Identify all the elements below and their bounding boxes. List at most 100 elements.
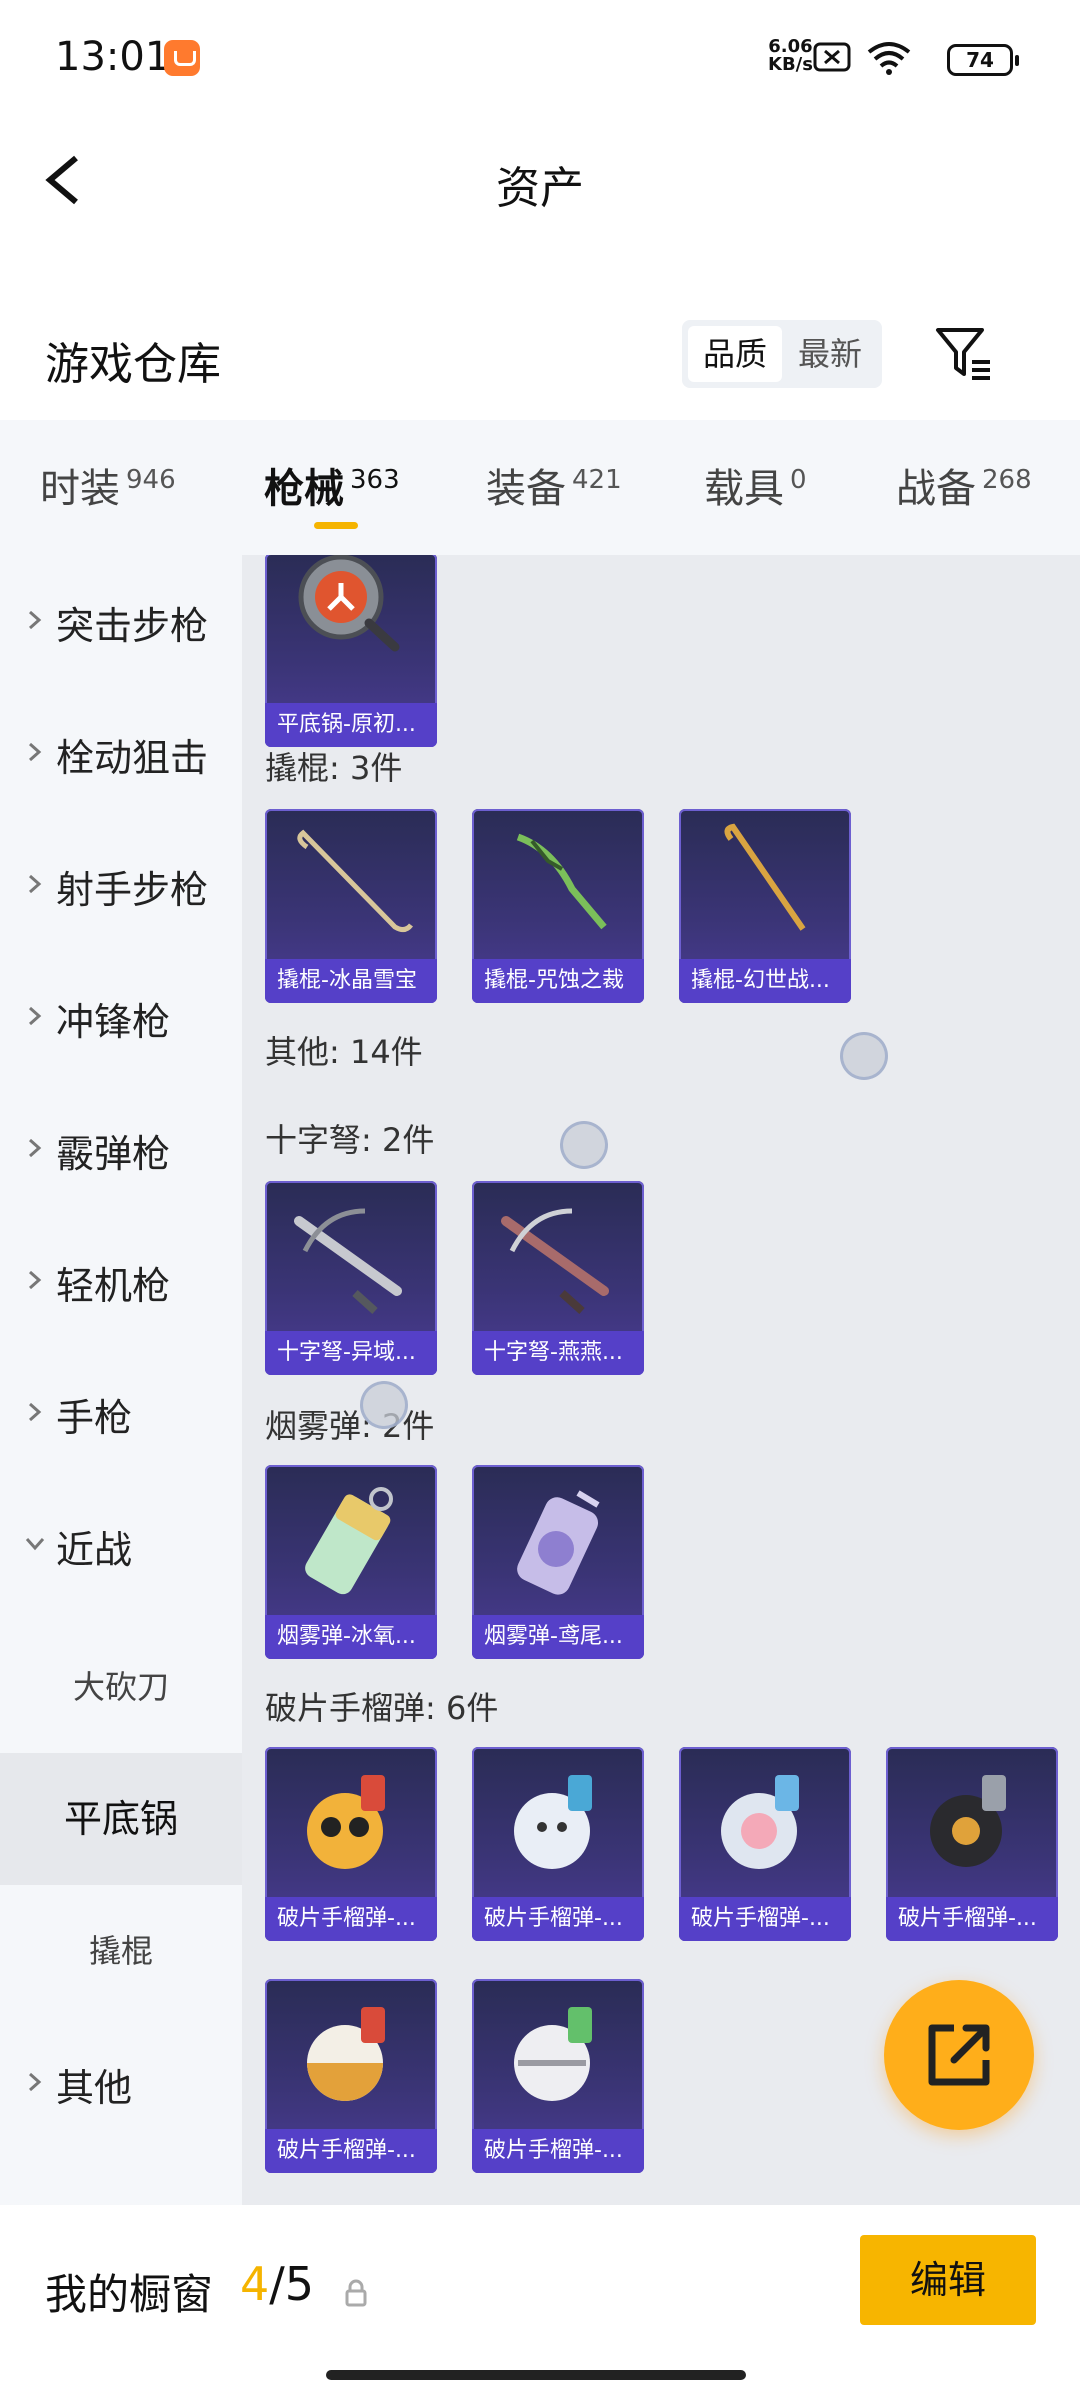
- frag-grenade-art: [514, 1775, 592, 1869]
- sidebar-item-label: 其他: [56, 2066, 133, 2110]
- sidebar-item-other[interactable]: 其他: [0, 2017, 242, 2149]
- sidebar-item-assault-rifle[interactable]: 突击步枪: [0, 555, 242, 687]
- sidebar-item-pistol[interactable]: 手枪: [0, 1347, 242, 1479]
- category-tabs: 时装 946 枪械 363 装备 421 载具 0 战备 268: [0, 420, 1080, 555]
- crowbar-art: [724, 823, 806, 931]
- item-card[interactable]: 撬棍-咒蚀之裁: [472, 809, 644, 1003]
- crowbar-art: [516, 833, 607, 930]
- item-caption: 撬棍-冰晶雪宝: [265, 959, 437, 1003]
- filter-icon[interactable]: [932, 322, 996, 386]
- item-grid: 平底锅-原初... 撬棍: 3件 撬棍-冰晶雪宝 撬棍-咒蚀之裁 撬棍-幻世战.…: [242, 555, 1080, 2205]
- sidebar-item-shotgun[interactable]: 霰弹枪: [0, 1083, 242, 1215]
- group-title-frag-grenade: 破片手榴弹: 6件: [265, 1689, 499, 1727]
- sidebar-item-smg[interactable]: 冲锋枪: [0, 951, 242, 1083]
- item-card[interactable]: 破片手榴弹-...: [886, 1747, 1058, 1941]
- sidebar-subitem-crowbar[interactable]: 撬棍: [0, 1885, 242, 2017]
- warehouse-title: 游戏仓库: [45, 339, 221, 390]
- net-speed-unit: KB/s: [768, 54, 813, 75]
- chevron-right-icon: [29, 1402, 42, 1422]
- group-title-smoke-grenade: 烟雾弹: 2件: [265, 1407, 435, 1445]
- frag-grenade-art: [721, 1775, 799, 1869]
- item-card[interactable]: 十字弩-异域...: [265, 1181, 437, 1375]
- sort-toggle: 品质 最新: [682, 320, 882, 388]
- item-caption: 破片手榴弹-...: [265, 2129, 437, 2173]
- tab-equipment[interactable]: 装备 421: [486, 456, 622, 516]
- sidebar-item-label: 栓动狙击: [56, 736, 209, 780]
- item-card[interactable]: 烟雾弹-冰氧...: [265, 1465, 437, 1659]
- sidebar-item-label: 近战: [56, 1528, 133, 1572]
- tab-supplies[interactable]: 战备 268: [896, 456, 1032, 516]
- tab-count: 946: [126, 465, 176, 495]
- sidebar: 突击步枪 栓动狙击 射手步枪 冲锋枪 霰弹枪 轻机枪 手枪 近战 大砍刀 平底锅…: [0, 555, 242, 2205]
- sidebar-subitem-machete[interactable]: 大砍刀: [0, 1621, 242, 1753]
- sort-quality-button[interactable]: 品质: [688, 326, 782, 382]
- item-card[interactable]: 破片手榴弹-...: [472, 1979, 644, 2173]
- tab-firearms[interactable]: 枪械 363: [264, 456, 400, 516]
- sidebar-item-lmg[interactable]: 轻机枪: [0, 1215, 242, 1347]
- tab-label: 时装: [40, 466, 120, 512]
- showcase-label: 我的橱窗: [45, 2270, 214, 2319]
- sidebar-item-bolt-sniper[interactable]: 栓动狙击: [0, 687, 242, 819]
- frying-pan-art: [298, 555, 400, 652]
- chevron-right-icon: [29, 1138, 42, 1158]
- active-tab-indicator: [314, 522, 358, 529]
- net-speed: 6.06 KB/s: [768, 38, 813, 74]
- app-notification-icon: [164, 40, 200, 76]
- group-title-crossbow: 十字弩: 2件: [265, 1121, 435, 1159]
- item-card[interactable]: 撬棍-冰晶雪宝: [265, 809, 437, 1003]
- item-card[interactable]: 破片手榴弹-...: [265, 1979, 437, 2173]
- item-card[interactable]: 十字弩-燕燕...: [472, 1181, 644, 1375]
- item-card[interactable]: 烟雾弹-鸢尾...: [472, 1465, 644, 1659]
- share-button[interactable]: [884, 1980, 1034, 2130]
- touch-indicator: [840, 1032, 888, 1080]
- item-caption: 十字弩-燕燕...: [472, 1331, 644, 1375]
- status-time: 13:01: [55, 34, 171, 80]
- crowbar-art: [297, 829, 413, 933]
- sidebar-item-label: 轻机枪: [56, 1264, 171, 1308]
- item-card[interactable]: 破片手榴弹-...: [265, 1747, 437, 1941]
- home-indicator[interactable]: [326, 2370, 746, 2380]
- sidebar-item-marksman-rifle[interactable]: 射手步枪: [0, 819, 242, 951]
- showcase-count-current: 4: [240, 2257, 270, 2311]
- item-caption: 破片手榴弹-...: [265, 1897, 437, 1941]
- tab-label: 战备: [896, 466, 976, 512]
- sidebar-subitem-frying-pan[interactable]: 平底锅: [0, 1753, 242, 1885]
- smoke-grenade-art: [517, 1490, 600, 1595]
- tab-count: 268: [982, 465, 1032, 495]
- page-title: 资产: [496, 163, 584, 214]
- chevron-down-icon: [25, 1538, 45, 1551]
- item-card[interactable]: 撬棍-幻世战...: [679, 809, 851, 1003]
- edit-button[interactable]: 编辑: [860, 2235, 1036, 2325]
- item-caption: 烟雾弹-冰氧...: [265, 1615, 437, 1659]
- item-caption: 撬棍-咒蚀之裁: [472, 959, 644, 1003]
- frag-grenade-art: [930, 1775, 1006, 1867]
- sidebar-item-label: 射手步枪: [56, 868, 209, 912]
- crossbow-art: [501, 1208, 609, 1314]
- tab-fashion[interactable]: 时装 946: [40, 456, 176, 516]
- showcase-count-total: /5: [269, 2257, 315, 2311]
- item-caption: 破片手榴弹-...: [472, 1897, 644, 1941]
- tab-count: 0: [790, 465, 807, 495]
- chevron-right-icon: [29, 742, 42, 762]
- item-caption: 平底锅-原初...: [265, 703, 437, 747]
- wifi-icon: [867, 42, 911, 75]
- tab-label: 枪械: [264, 466, 344, 512]
- frag-grenade-art: [307, 2007, 385, 2101]
- item-card[interactable]: 破片手榴弹-...: [679, 1747, 851, 1941]
- group-title-other: 其他: 14件: [265, 1033, 423, 1071]
- tab-label: 载具: [704, 466, 784, 512]
- item-caption: 破片手榴弹-...: [886, 1897, 1058, 1941]
- tab-vehicles[interactable]: 载具 0: [704, 456, 807, 516]
- item-card[interactable]: 破片手榴弹-...: [472, 1747, 644, 1941]
- sort-newest-button[interactable]: 最新: [782, 326, 878, 382]
- tab-count: 421: [572, 465, 622, 495]
- item-card[interactable]: 平底锅-原初...: [265, 555, 437, 747]
- touch-indicator: [560, 1121, 608, 1169]
- chevron-right-icon: [29, 1270, 42, 1290]
- chevron-right-icon: [29, 1006, 42, 1026]
- item-caption: 破片手榴弹-...: [472, 2129, 644, 2173]
- chevron-right-icon: [29, 874, 42, 894]
- sidebar-item-melee[interactable]: 近战: [0, 1479, 242, 1611]
- touch-indicator: [360, 1381, 408, 1429]
- crossbow-art: [294, 1208, 402, 1314]
